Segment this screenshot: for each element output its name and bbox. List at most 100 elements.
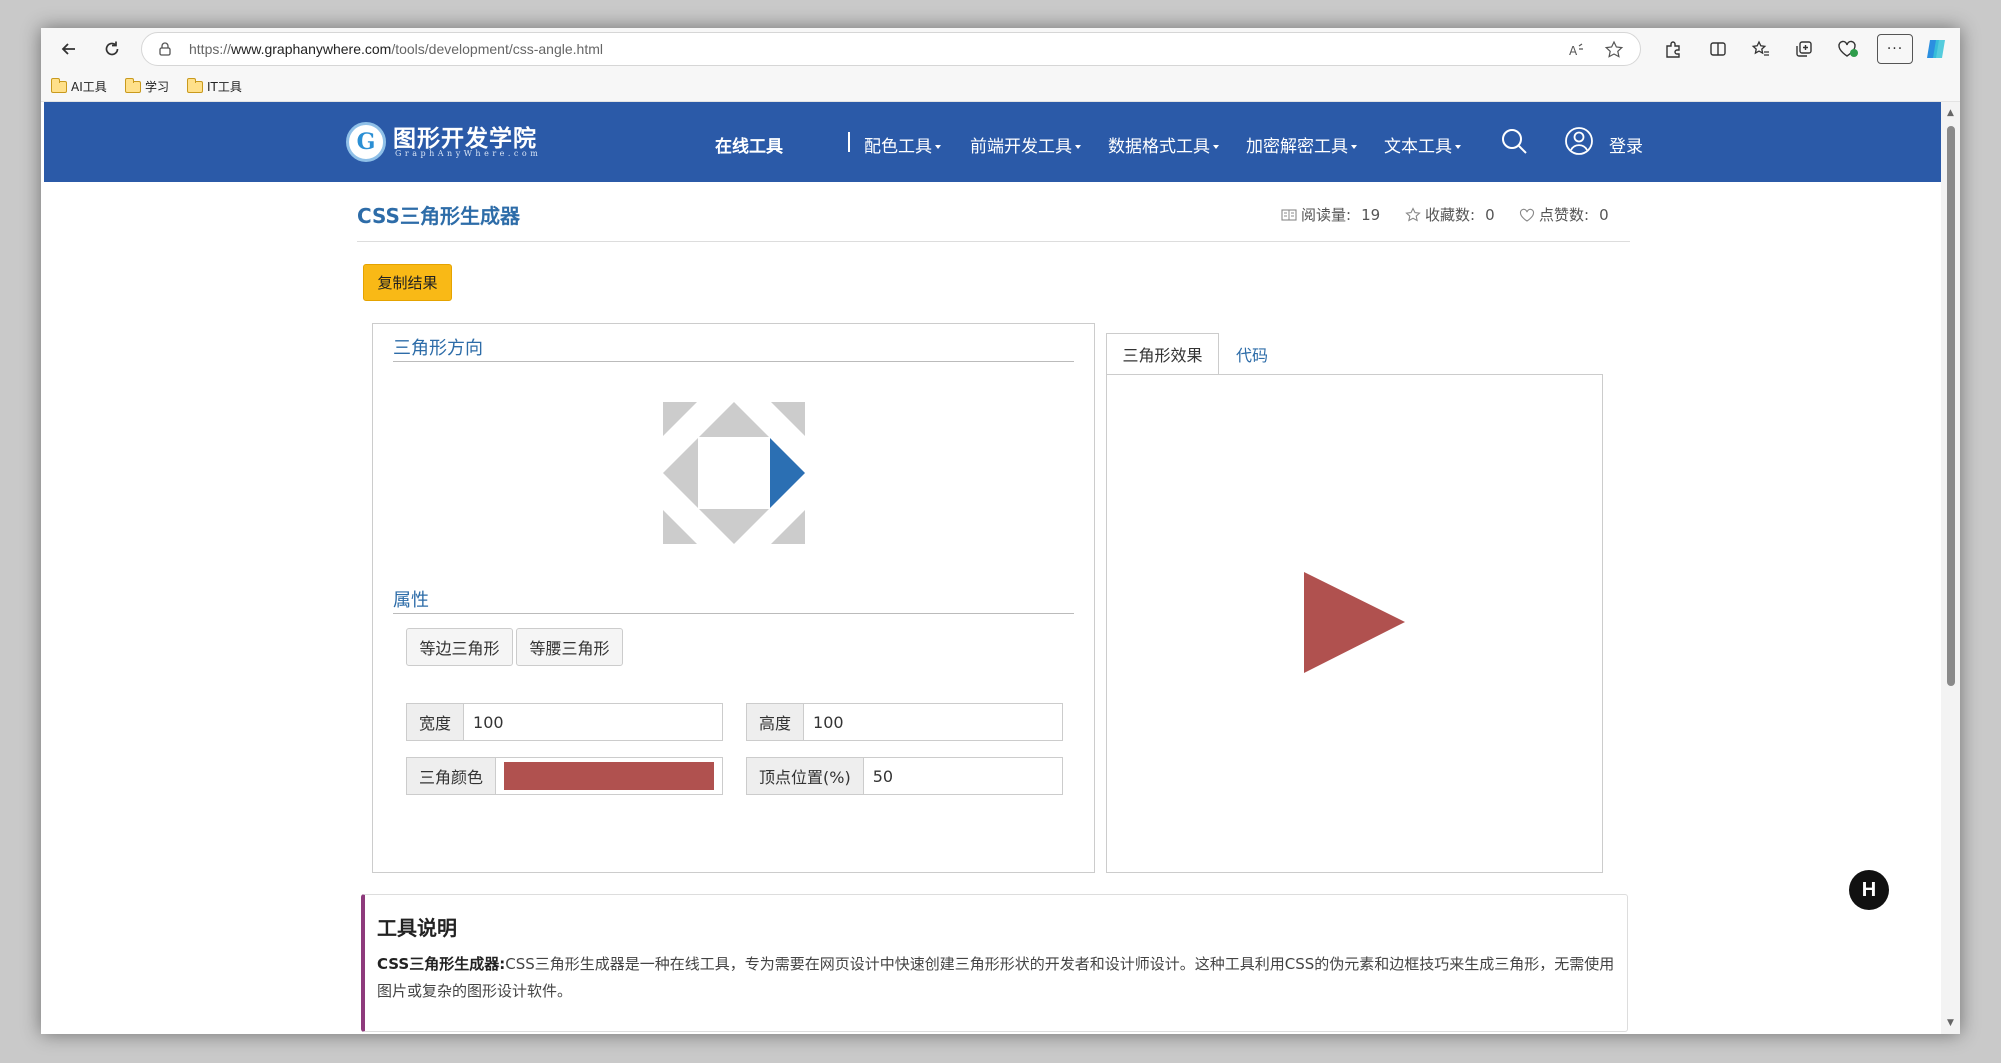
height-input[interactable]: 100 <box>804 704 1062 740</box>
description-text: CSS三角形生成器:CSS三角形生成器是一种在线工具，专为需要在网页设计中快速创… <box>377 951 1617 1005</box>
nav-label: 配色工具 <box>864 137 932 157</box>
tab-code[interactable]: 代码 <box>1219 333 1285 375</box>
more-dots-icon: ··· <box>1886 41 1904 57</box>
collections-button[interactable] <box>1789 34 1819 64</box>
back-arrow-icon <box>61 43 75 55</box>
height-label: 高度 <box>747 704 805 740</box>
color-field[interactable]: 三角颜色 <box>406 757 723 795</box>
login-link[interactable]: 登录 <box>1609 132 1643 157</box>
direction-right[interactable] <box>770 438 805 508</box>
stat-value: 0 <box>1599 205 1609 224</box>
nav-crypto-tools[interactable]: 加密解密工具 <box>1246 132 1357 157</box>
refresh-button[interactable] <box>97 34 127 64</box>
address-bar[interactable]: https://www.graphanywhere.com/tools/deve… <box>141 32 1641 66</box>
preview-triangle <box>1304 572 1405 673</box>
header-divider <box>357 241 1630 242</box>
equilateral-button[interactable]: 等边三角形 <box>406 628 513 666</box>
nav-text-tools[interactable]: 文本工具 <box>1384 132 1461 157</box>
width-input[interactable]: 100 <box>464 704 722 740</box>
nav-data-format-tools[interactable]: 数据格式工具 <box>1108 132 1219 157</box>
width-label: 宽度 <box>407 704 465 740</box>
tool-description: 工具说明 CSS三角形生成器:CSS三角形生成器是一种在线工具，专为需要在网页设… <box>361 894 1628 1032</box>
user-icon[interactable] <box>1563 125 1595 157</box>
bookmark-label: 学习 <box>145 80 170 94</box>
bookmark-label: AI工具 <box>71 80 107 94</box>
direction-bottom-right[interactable] <box>771 510 805 544</box>
browser-toolbar: https://www.graphanywhere.com/tools/deve… <box>41 28 1960 70</box>
direction-bottom-left[interactable] <box>663 510 697 544</box>
favorites-button[interactable] <box>1746 34 1776 64</box>
bookmarks-bar: AI工具 学习 IT工具 <box>41 70 1960 102</box>
page-scrollbar[interactable]: ▲ ▼ <box>1941 102 1960 1034</box>
folder-icon <box>186 77 203 93</box>
settings-more-button[interactable]: ··· <box>1877 34 1913 64</box>
direction-top[interactable] <box>699 402 769 437</box>
nav-frontend-tools[interactable]: 前端开发工具 <box>970 132 1081 157</box>
scroll-up-icon[interactable]: ▲ <box>1947 108 1954 118</box>
split-screen-icon <box>1710 42 1726 56</box>
nav-color-tools[interactable]: 配色工具 <box>864 132 941 157</box>
logo-icon[interactable]: G <box>346 122 386 162</box>
direction-top-right[interactable] <box>771 402 805 436</box>
logo-subtitle: GraphAnyWhere.com <box>395 149 542 158</box>
direction-left[interactable] <box>663 438 698 508</box>
extensions-button[interactable] <box>1658 34 1688 64</box>
svg-text:A: A <box>1569 44 1578 58</box>
isosceles-button[interactable]: 等腰三角形 <box>516 628 623 666</box>
scroll-down-icon[interactable]: ▼ <box>1947 1018 1954 1028</box>
bookmark-it-tools[interactable]: IT工具 <box>186 77 242 95</box>
copy-result-button[interactable]: 复制结果 <box>363 264 452 301</box>
direction-bottom[interactable] <box>699 509 769 544</box>
stat-label: 收藏数: <box>1425 206 1476 224</box>
search-icon[interactable] <box>1499 126 1529 156</box>
favorite-star-icon[interactable] <box>1604 40 1624 60</box>
like-count: 点赞数: 0 <box>1519 204 1609 225</box>
color-swatch[interactable] <box>504 762 714 790</box>
stat-value: 19 <box>1361 205 1381 224</box>
floating-assistant-button[interactable]: H <box>1849 870 1889 910</box>
browser-essentials-button[interactable] <box>1833 34 1863 64</box>
apex-position-field[interactable]: 顶点位置(%) 50 <box>746 757 1063 795</box>
scrollbar-thumb[interactable] <box>1947 126 1955 686</box>
width-field[interactable]: 宽度 100 <box>406 703 723 741</box>
browser-window: https://www.graphanywhere.com/tools/deve… <box>41 28 1960 1034</box>
nav-label: 加密解密工具 <box>1246 137 1348 157</box>
read-aloud-icon[interactable]: A <box>1567 40 1587 60</box>
refresh-icon <box>105 41 119 56</box>
direction-section-title: 三角形方向 <box>393 338 483 359</box>
nav-label: 文本工具 <box>1384 137 1452 157</box>
section-divider <box>393 613 1074 614</box>
heart-pulse-icon <box>1838 40 1858 57</box>
nav-separator <box>848 132 850 152</box>
tab-triangle-effect[interactable]: 三角形效果 <box>1106 333 1219 375</box>
lock-icon <box>159 42 171 56</box>
copilot-button[interactable] <box>1921 34 1951 64</box>
folder-icon <box>50 77 67 93</box>
bookmark-ai-tools[interactable]: AI工具 <box>50 77 107 95</box>
props-section-title: 属性 <box>393 590 429 611</box>
stat-label: 点赞数: <box>1539 206 1590 224</box>
caret-down-icon <box>1351 145 1357 149</box>
logo-title[interactable]: 图形开发学院 <box>393 119 537 153</box>
nav-label: 前端开发工具 <box>970 137 1072 157</box>
back-button[interactable] <box>54 34 84 64</box>
nav-online-tools[interactable]: 在线工具 <box>715 132 783 157</box>
star-icon <box>1405 206 1421 222</box>
read-count: 阅读量: 19 <box>1281 204 1380 225</box>
favorite-count: 收藏数: 0 <box>1405 204 1495 225</box>
height-field[interactable]: 高度 100 <box>746 703 1063 741</box>
page-title: CSS三角形生成器 <box>357 204 520 228</box>
description-title: 工具说明 <box>377 916 457 940</box>
split-screen-button[interactable] <box>1703 34 1733 64</box>
settings-panel: 三角形方向 属性 等边三角形 等腰三角形 宽度 100 高度 100 三角颜色 … <box>372 323 1095 873</box>
puzzle-icon <box>1666 41 1680 58</box>
apex-position-input[interactable]: 50 <box>863 758 1062 794</box>
bookmark-study[interactable]: 学习 <box>124 77 170 95</box>
direction-top-left[interactable] <box>663 402 697 436</box>
description-lead: CSS三角形生成器: <box>377 955 506 973</box>
copilot-icon <box>1927 40 1945 58</box>
apex-position-label: 顶点位置(%) <box>747 758 864 794</box>
bookmark-label: IT工具 <box>207 80 242 94</box>
preview-panel <box>1106 374 1603 873</box>
direction-picker <box>663 402 805 544</box>
